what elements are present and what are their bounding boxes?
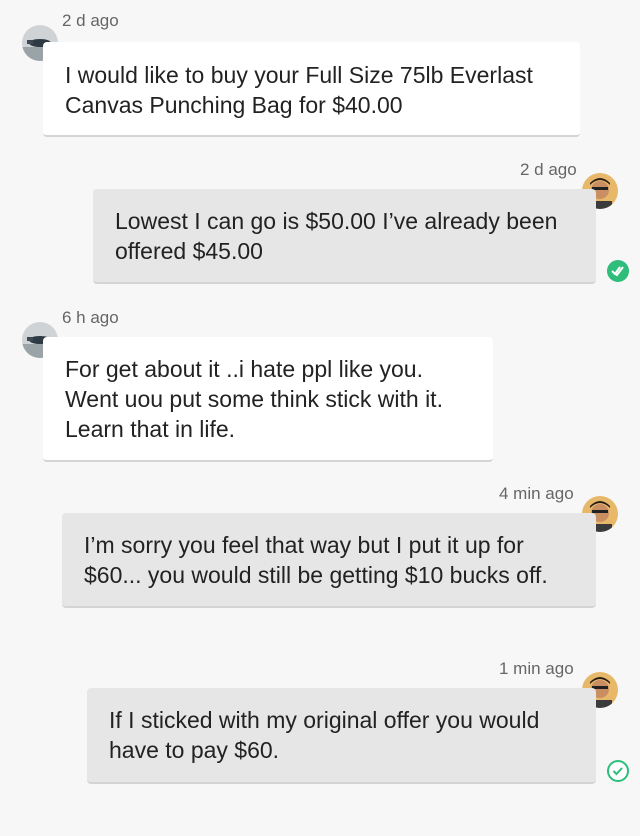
message-bubble-sent[interactable]: If I sticked with my original offer you …: [87, 688, 596, 784]
read-status-icon: [607, 260, 629, 282]
message-timestamp: 2 d ago: [62, 11, 119, 30]
message-text: If I sticked with my original offer you …: [109, 707, 540, 763]
message-bubble-sent[interactable]: Lowest I can go is $50.00 I’ve already b…: [93, 189, 596, 284]
double-check-icon: [611, 266, 624, 277]
message-text: Lowest I can go is $50.00 I’ve already b…: [115, 208, 558, 264]
message-text: I’m sorry you feel that way but I put it…: [84, 532, 548, 588]
delivered-status-icon: [607, 760, 629, 782]
message-bubble-received[interactable]: For get about it ..i hate ppl like you. …: [43, 337, 493, 462]
message-timestamp: 6 h ago: [62, 308, 119, 327]
message-text: For get about it ..i hate ppl like you. …: [65, 356, 443, 442]
message-timestamp: 4 min ago: [499, 484, 574, 503]
message-bubble-received[interactable]: I would like to buy your Full Size 75lb …: [43, 42, 580, 137]
message-timestamp: 2 d ago: [520, 160, 577, 179]
message-bubble-sent[interactable]: I’m sorry you feel that way but I put it…: [62, 513, 596, 608]
message-timestamp: 1 min ago: [499, 659, 574, 678]
message-text: I would like to buy your Full Size 75lb …: [65, 62, 533, 118]
check-circle-icon: [612, 767, 623, 776]
conversation-view: { "messages": [ {"sender":"other","time"…: [0, 0, 640, 836]
